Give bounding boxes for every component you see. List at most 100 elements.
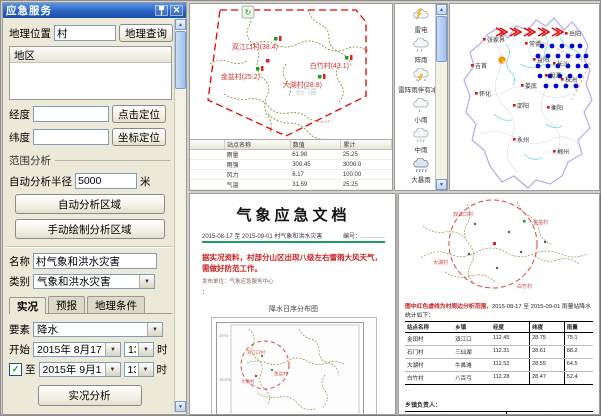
geo-query-button[interactable]: 地理查询: [119, 24, 173, 42]
live-analysis-button[interactable]: 实况分析: [38, 385, 142, 406]
col-header: 地址: [435, 412, 506, 416]
range-analysis-group-label: 范围分析: [9, 153, 170, 168]
coord-locate-button[interactable]: 坐标定位: [112, 128, 166, 146]
svg-text:衡阳: 衡阳: [551, 104, 563, 112]
end-hour-select[interactable]: 13 ▼: [124, 362, 154, 377]
storm-icon: [499, 57, 506, 64]
longitude-input[interactable]: [33, 106, 109, 122]
col-header: 电话: [540, 412, 593, 416]
tab-geo-condition[interactable]: 地理条件: [87, 296, 145, 313]
emergency-app-window: 应急服务 ✕ 地理位置 地理查询 地区 经度 点击定位 纬度: [0, 0, 601, 416]
table-row[interactable]: 气温31.5925.25: [190, 180, 392, 190]
divider: [7, 246, 172, 248]
station-icon: [274, 37, 278, 41]
chevron-down-icon: ▼: [105, 363, 120, 376]
auto-analysis-area-button[interactable]: 自动分析区域: [15, 194, 165, 214]
panel-body: 地理位置 地理查询 地区 经度 点击定位 纬度 坐标定位 范围分析 自: [5, 19, 174, 412]
auto-radius-input[interactable]: [75, 173, 137, 189]
col-header: 经度: [491, 322, 530, 333]
emergency-document-page1: 气象应急文档 2015-08-17 至 2015-09-01 村气象和洪水灾害 …: [189, 193, 396, 415]
scroll-up-icon[interactable]: ▲: [436, 4, 447, 15]
svg-text:张家界: 张家界: [487, 36, 505, 44]
analysis-map-canvas[interactable]: 双江口村(38.4) 金盆村(25.2) 大湖村(28.8) 白竹村(43.1)…: [190, 4, 392, 150]
latitude-input[interactable]: [33, 129, 109, 145]
province-map-panel[interactable]: 张家界 常德 岳阳 吉首 益阳 长沙 湘潭 株洲 娄底 怀化 邵阳 衡阳 永州 …: [449, 3, 600, 191]
radius-unit-label: 米: [140, 174, 151, 189]
tab-forecast[interactable]: 预报: [48, 296, 85, 313]
analysis-map-panel[interactable]: 双江口村(38.4) 金盆村(25.2) 大湖村(28.8) 白竹村(43.1)…: [189, 3, 393, 191]
latitude-label: 纬度: [9, 130, 30, 145]
table-row: 大湖村牛鼻滩112.5228.5564.5: [405, 359, 593, 372]
table-row: 石门村三仙湖112.3128.6188.2: [405, 346, 593, 359]
name-input[interactable]: [33, 253, 157, 269]
col-header[interactable]: 站点名称: [225, 140, 291, 150]
province-map-canvas[interactable]: 张家界 常德 岳阳 吉首 益阳 长沙 湘潭 株洲 娄底 怀化 邵阳 衡阳 永州 …: [450, 4, 599, 190]
legend-label: 中雨: [415, 144, 428, 154]
col-header: 雨量: [564, 322, 593, 333]
close-icon[interactable]: ✕: [170, 5, 183, 16]
scroll-up-icon[interactable]: ▲: [175, 19, 186, 30]
station-label: 白竹村(43.1): [310, 61, 349, 70]
document-colon: ：: [202, 287, 385, 296]
svg-text:29°N: 29°N: [219, 333, 228, 338]
scrollbar-thumb[interactable]: [436, 16, 447, 62]
station-icon: [256, 67, 260, 71]
tab-live[interactable]: 实况: [9, 297, 46, 314]
station-icon: [523, 220, 526, 223]
panel-titlebar: 应急服务 ✕: [3, 3, 186, 18]
legend-label: 大暴雨: [411, 174, 431, 184]
svg-text:邵阳: 邵阳: [517, 102, 529, 110]
legend-scrollbar[interactable]: ▲ ▼: [435, 4, 447, 190]
scroll-down-icon[interactable]: ▼: [175, 401, 186, 412]
refresh-map-icon[interactable]: ↻: [242, 6, 254, 18]
table-row[interactable]: 风力6.17100.00: [190, 170, 392, 180]
document-divider: [202, 241, 385, 243]
element-select[interactable]: 降水 ▼: [33, 322, 163, 337]
station-label: 金盆村(25.2): [221, 72, 260, 81]
map-attribute-table[interactable]: 站点名称 数值 累计 雨量61.9825.25 雨强300.453000.0 风…: [190, 139, 392, 190]
scroll-down-icon[interactable]: ▼: [436, 179, 447, 190]
province-outline: [464, 18, 592, 188]
start-date-select[interactable]: 2015年 8月17日 ▼: [33, 342, 121, 357]
auto-radius-label: 自动分析半径: [9, 174, 72, 189]
end-date-checkbox[interactable]: ✓: [9, 363, 22, 376]
rain-stat-table: 站点名称 乡镇 经度 纬度 雨量 金田村双江口112.4528.7575.1 石…: [405, 321, 593, 385]
station-label: 大湖村(28.8): [283, 80, 322, 89]
svg-text:白竹村: 白竹村: [517, 283, 532, 290]
region-column-header[interactable]: 地区: [10, 47, 171, 63]
contact-note: 乡镇负责人：: [405, 400, 593, 409]
emergency-document-page2: 双江口村 金盆村 大湖村 白竹村 图中红色虚线为村周边分析范围，2015-08-…: [398, 193, 600, 415]
svg-text:长沙: 长沙: [557, 60, 569, 68]
svg-text:益阳: 益阳: [537, 56, 549, 64]
start-hour-select[interactable]: 13 ▼: [124, 342, 154, 357]
geo-location-input[interactable]: [54, 25, 116, 41]
svg-text:双江口村: 双江口村: [247, 349, 265, 356]
region-listbox[interactable]: 地区: [9, 46, 172, 100]
start-hour-unit: 时: [157, 342, 168, 357]
click-locate-button[interactable]: 点击定位: [112, 105, 166, 123]
event-icon: [493, 242, 496, 245]
table-row[interactable]: 雨量61.9825.25: [190, 150, 392, 160]
figure-caption: 降水日序分布图: [202, 304, 385, 314]
chevron-down-icon: ▼: [138, 363, 153, 376]
chevron-down-icon: ▼: [138, 343, 153, 356]
thunderstorm-icon: [412, 8, 430, 23]
svg-text:株洲: 株洲: [565, 76, 577, 84]
table-row[interactable]: 雨强300.453000.0: [190, 160, 392, 170]
legend-label: 阵雨: [415, 54, 428, 64]
scrollbar-thumb[interactable]: [175, 31, 186, 89]
col-header[interactable]: 数值: [290, 140, 341, 150]
svg-text:吉首: 吉首: [475, 62, 487, 70]
document-date-range: 2015-08-17 至 2015-09-01 村气象和洪水灾害: [202, 231, 322, 240]
end-date-select[interactable]: 2015年 9月1日 ▼: [39, 362, 121, 377]
pin-icon[interactable]: [155, 5, 168, 16]
element-label: 要素: [9, 322, 30, 337]
category-select[interactable]: 气象和洪水灾害 ▼: [33, 274, 155, 289]
svg-text:岳阳: 岳阳: [569, 30, 581, 38]
chevron-down-icon: ▼: [147, 323, 162, 336]
category-label: 类别: [9, 274, 30, 289]
manual-draw-area-button[interactable]: 手动绘制分析区域: [15, 219, 165, 239]
panel-scrollbar[interactable]: ▲ ▼: [174, 19, 186, 412]
weather-legend-panel: 雷电 阵雨 雷阵雨伴有冰雹 小雨: [394, 3, 448, 191]
col-header[interactable]: 累计: [341, 140, 392, 150]
